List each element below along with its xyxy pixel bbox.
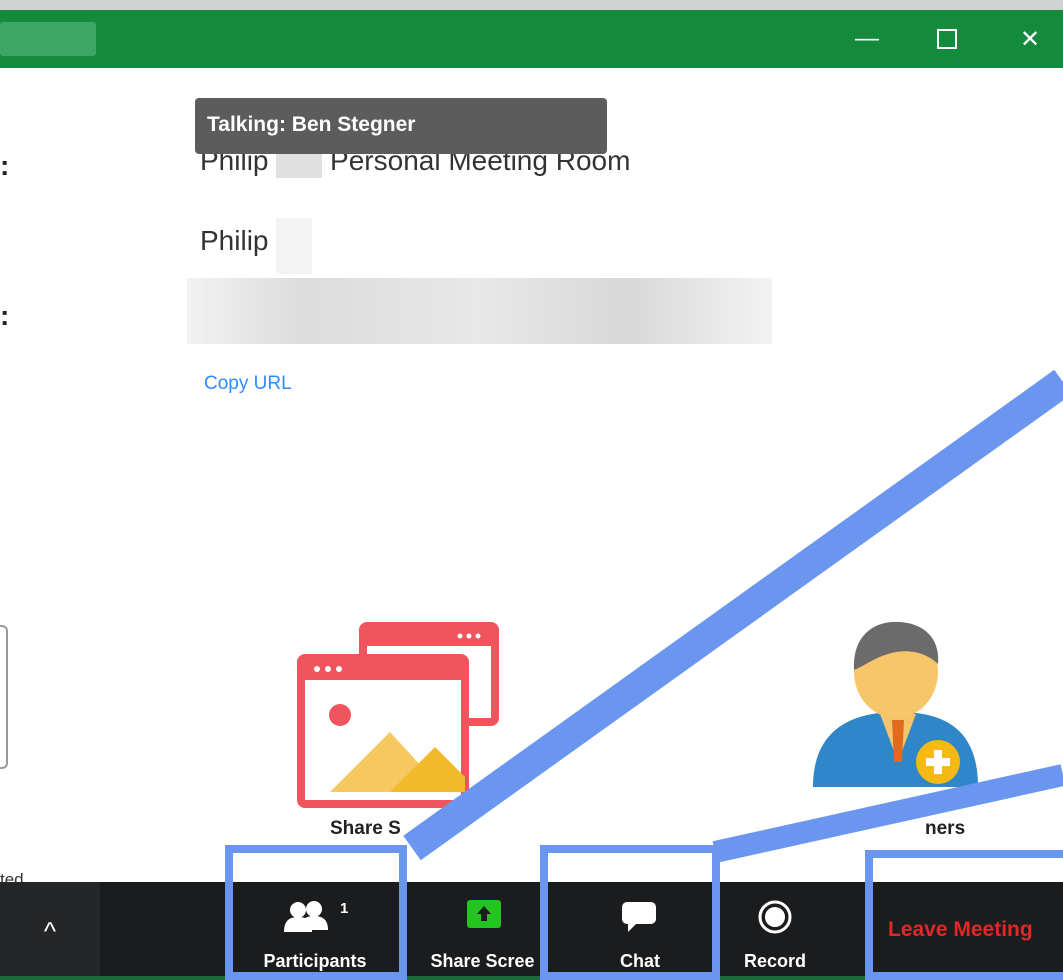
share-screen-icon	[467, 900, 501, 933]
host-name: Philip	[200, 225, 269, 256]
field-label-fragment: :	[0, 300, 10, 331]
share-screen-tile-label: Share S	[330, 818, 401, 839]
close-icon: ✕	[1019, 25, 1041, 53]
share-screen-tile[interactable]	[295, 622, 501, 812]
invite-url-blurred	[187, 278, 772, 344]
leave-highlight-box	[865, 850, 1063, 980]
left-tile-fragment	[0, 625, 8, 769]
maximize-icon	[937, 29, 957, 49]
invite-others-tile-label: ners	[925, 818, 966, 839]
chat-highlight-box	[540, 845, 720, 980]
add-person-icon	[813, 621, 978, 787]
invite-others-tile[interactable]	[808, 612, 988, 802]
copy-url-link[interactable]: Copy URL	[204, 373, 292, 395]
record-label: Record	[743, 951, 806, 971]
audio-options-caret[interactable]: ^	[0, 882, 100, 980]
share-screen-label: Share Scree	[430, 951, 535, 971]
share-screen-button[interactable]: Share Scree	[425, 882, 540, 980]
chevron-up-icon: ^	[43, 915, 57, 946]
record-button[interactable]: Record	[730, 882, 820, 980]
participants-highlight-box	[225, 845, 407, 980]
share-screen-illustration-icon	[297, 622, 499, 808]
window-top-edge	[0, 0, 1063, 10]
window-title-blurred	[0, 22, 96, 56]
redacted-host-surname	[276, 218, 312, 274]
maximize-button[interactable]	[920, 14, 974, 64]
close-button[interactable]: ✕	[1003, 14, 1057, 64]
field-label-fragment: :	[0, 150, 10, 181]
record-icon	[758, 900, 792, 939]
minimize-button[interactable]: —	[840, 14, 894, 64]
talking-tooltip: Talking: Ben Stegner	[195, 98, 607, 154]
minimize-icon: —	[855, 25, 879, 52]
title-bar	[0, 0, 1063, 68]
meeting-host: Philip	[200, 225, 268, 257]
